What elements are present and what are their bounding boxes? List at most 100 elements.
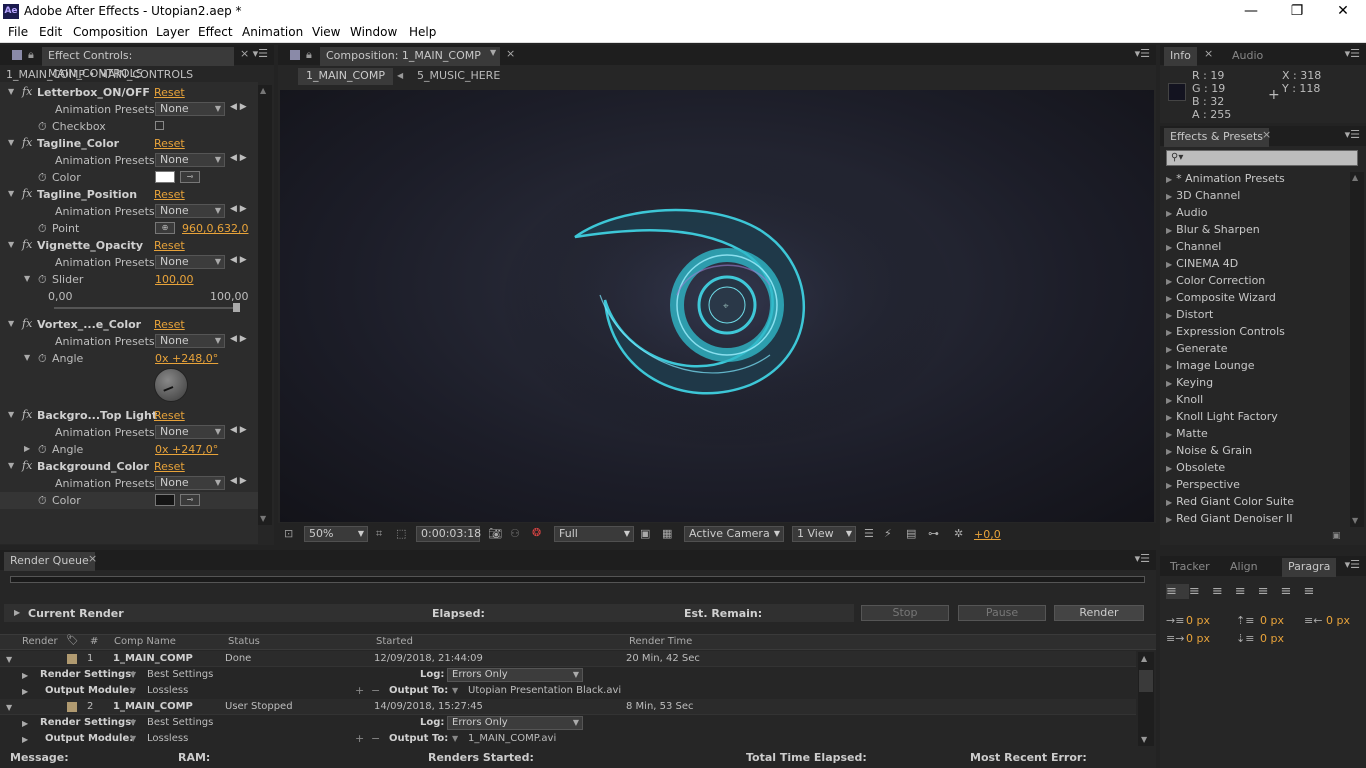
effect-row[interactable]: ▼ fx Vignette_Opacity Reset <box>0 237 258 254</box>
checkbox[interactable] <box>155 121 164 130</box>
flowchart-icon[interactable]: ⊶ <box>928 527 939 540</box>
stopwatch-icon[interactable]: ⏱ <box>38 273 47 287</box>
presets-dropdown[interactable]: None <box>155 204 225 218</box>
effect-category-item[interactable]: ▶ Channel <box>1166 240 1221 257</box>
add-icon[interactable]: + <box>355 684 364 697</box>
timeline-icon[interactable]: ▤ <box>906 527 916 540</box>
presets-dropdown[interactable]: None <box>155 255 225 269</box>
slider-value[interactable]: 100,00 <box>155 273 194 286</box>
presets-dropdown[interactable]: None <box>155 153 225 167</box>
eyedropper-icon[interactable]: ⊸ <box>180 171 200 183</box>
expand-icon[interactable]: ▶ <box>1166 260 1172 269</box>
remove-icon[interactable]: − <box>371 732 380 745</box>
presets-dropdown[interactable]: None <box>155 102 225 116</box>
angle-dial[interactable] <box>154 368 188 402</box>
menu-composition[interactable]: Composition <box>73 25 148 39</box>
effect-category-item[interactable]: ▶ Knoll <box>1166 393 1203 410</box>
menu-effect[interactable]: Effect <box>198 25 233 39</box>
grid-icon[interactable]: ⌗ <box>376 527 382 541</box>
justify-left-icon[interactable]: ≡ <box>1235 584 1258 599</box>
tab-close-icon[interactable]: × <box>1204 47 1213 60</box>
prev-next-icon[interactable]: ◀ ▶ <box>230 476 247 486</box>
expand-icon[interactable]: ▶ <box>1166 277 1172 286</box>
comp-viewer[interactable]: ⌖ <box>280 90 1154 522</box>
eyedropper-icon[interactable]: ⊸ <box>180 494 200 506</box>
stopwatch-icon[interactable]: ⏱ <box>38 222 47 236</box>
space-after-value[interactable]: 0 px <box>1260 632 1284 645</box>
expand-icon[interactable]: ▶ <box>1166 226 1172 235</box>
expand-icon[interactable]: ▶ <box>1166 447 1172 456</box>
chevron-down-icon[interactable]: ▼ <box>130 686 136 695</box>
effect-category-item[interactable]: ▶ Noise & Grain <box>1166 444 1252 461</box>
prev-next-icon[interactable]: ◀ ▶ <box>230 255 247 265</box>
effect-category-item[interactable]: ▶ Image Lounge <box>1166 359 1254 376</box>
effect-category-item[interactable]: ▶ Knoll Light Factory <box>1166 410 1278 427</box>
expand-icon[interactable]: ▶ <box>1166 362 1172 371</box>
scroll-down-icon[interactable]: ▼ <box>1141 735 1147 744</box>
space-before-value[interactable]: 0 px <box>1260 614 1284 627</box>
indent-right-value[interactable]: 0 px <box>1326 614 1350 627</box>
pause-button[interactable]: Pause <box>958 605 1046 621</box>
prev-next-icon[interactable]: ◀ ▶ <box>230 425 247 435</box>
expand-icon[interactable]: ▶ <box>22 735 28 744</box>
tab-effects-presets[interactable]: Effects & Presets <box>1164 128 1269 147</box>
prev-next-icon[interactable]: ◀ ▶ <box>230 153 247 163</box>
slider-track[interactable] <box>54 307 240 309</box>
reset-button[interactable]: Reset <box>154 188 185 201</box>
stopwatch-icon[interactable]: ⏱ <box>38 171 47 185</box>
channels-icon[interactable]: ❂ <box>532 526 541 539</box>
tab-close-icon[interactable]: × <box>88 552 97 565</box>
scroll-down-icon[interactable]: ▼ <box>1352 516 1358 525</box>
lock-icon[interactable]: 🔒︎ <box>306 48 312 62</box>
menu-layer[interactable]: Layer <box>156 25 189 39</box>
expand-icon[interactable]: ▶ <box>1166 345 1172 354</box>
panel-menu-icon[interactable]: ▾☰ <box>1345 558 1360 571</box>
point-value[interactable]: 960,0,632,0 <box>182 222 248 235</box>
col-render-time[interactable]: Render Time <box>629 636 692 650</box>
new-folder-icon[interactable]: ▣ <box>1332 531 1341 541</box>
log-dropdown[interactable]: Errors Only <box>447 668 583 682</box>
lock-icon[interactable]: 🔒︎ <box>28 48 34 62</box>
label-color-swatch[interactable] <box>67 702 77 712</box>
expand-icon[interactable]: ▶ <box>22 687 28 696</box>
align-left-icon[interactable]: ≡ <box>1166 584 1189 599</box>
first-line-value[interactable]: 0 px <box>1186 632 1210 645</box>
scrollbar[interactable]: ▲ ▼ <box>1350 172 1364 527</box>
menu-view[interactable]: View <box>312 25 340 39</box>
reset-button[interactable]: Reset <box>154 460 185 473</box>
presets-dropdown[interactable]: None <box>155 425 225 439</box>
comp-nav-current[interactable]: 1_MAIN_COMP <box>298 68 393 85</box>
align-right-icon[interactable]: ≡ <box>1212 584 1235 599</box>
tab-render-queue[interactable]: Render Queue <box>4 552 95 571</box>
output-module-value[interactable]: Lossless <box>147 733 188 744</box>
menu-window[interactable]: Window <box>350 25 397 39</box>
stopwatch-icon[interactable]: ⏱ <box>38 443 47 457</box>
collapse-icon[interactable]: ▼ <box>6 703 12 712</box>
presets-dropdown[interactable]: None <box>155 334 225 348</box>
menu-file[interactable]: File <box>8 25 28 39</box>
panel-menu-icon[interactable]: ▾☰ <box>1135 552 1150 565</box>
color-swatch[interactable] <box>155 494 175 506</box>
reset-button[interactable]: Reset <box>154 409 185 422</box>
tab-effect-controls[interactable]: Effect Controls: MAIN_CONTROLS <box>42 47 234 80</box>
prev-next-icon[interactable]: ◀ ▶ <box>230 334 247 344</box>
collapse-icon[interactable]: ▼ <box>6 655 12 664</box>
scroll-up-icon[interactable]: ▲ <box>1141 654 1147 663</box>
stopwatch-icon[interactable]: ⏱ <box>38 120 47 134</box>
camera-icon[interactable]: 📷︎ <box>488 527 502 540</box>
reset-button[interactable]: Reset <box>154 86 185 99</box>
col-started[interactable]: Started <box>376 636 413 650</box>
remove-icon[interactable]: − <box>371 684 380 697</box>
output-module-value[interactable]: Lossless <box>147 685 188 696</box>
col-render[interactable]: Render <box>22 636 58 650</box>
color-swatch[interactable] <box>155 171 175 183</box>
effect-row[interactable]: ▼ fx Tagline_Color Reset <box>0 135 258 152</box>
scroll-up-icon[interactable]: ▲ <box>1352 173 1358 182</box>
expand-icon[interactable]: ▶ <box>22 671 28 680</box>
expand-icon[interactable]: ▶ <box>14 608 20 617</box>
mask-icon[interactable]: ⬚ <box>396 527 406 540</box>
expand-icon[interactable]: ▶ <box>1166 498 1172 507</box>
indent-left-value[interactable]: 0 px <box>1186 614 1210 627</box>
render-settings-value[interactable]: Best Settings <box>147 669 213 680</box>
effect-row[interactable]: ▼ fx Backgro...Top Light Reset <box>0 407 258 424</box>
